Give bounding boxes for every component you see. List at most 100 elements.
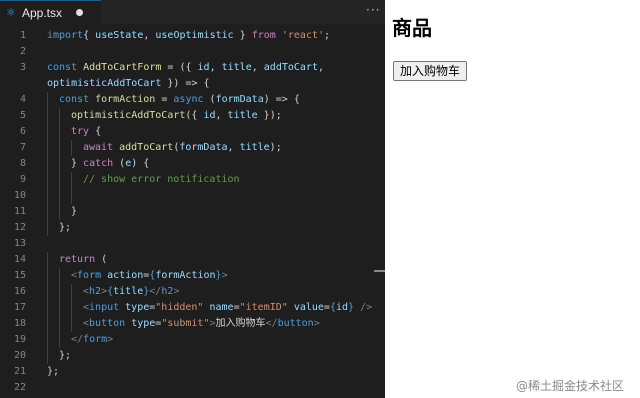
code-text: <h2>{title}</h2>: [83, 284, 179, 300]
code-token: h2: [89, 286, 102, 297]
indent-guide: [47, 92, 48, 108]
code-token: formData: [215, 94, 264, 105]
code-token: addToCart: [119, 142, 174, 153]
line-number: 16: [13, 286, 26, 297]
line-number: 17: [13, 302, 26, 313]
code-token: value: [293, 302, 324, 313]
code-token: ,: [215, 110, 228, 121]
code-text: await addToCart(formData, title);: [83, 140, 282, 156]
code-line: 1 import{ useState, useOptimistic } from …: [0, 28, 385, 44]
indent-guide: [59, 156, 60, 172]
code-token: optimisticAddToCart: [47, 78, 162, 89]
code-token: ({: [185, 110, 204, 121]
code-token: ;: [324, 30, 331, 41]
code-token: {: [83, 30, 96, 41]
code-token: >: [313, 318, 320, 329]
code-line: 15 <form action={formAction}>: [0, 268, 385, 284]
code-token: formData: [179, 142, 228, 153]
line-number: 4: [19, 94, 26, 105]
code-text: optimisticAddToCart }) => {: [47, 76, 210, 92]
code-token: };: [59, 222, 72, 233]
code-token: return: [59, 254, 102, 265]
code-token: = ({: [161, 62, 198, 73]
code-token: try: [71, 126, 96, 137]
code-token: h2: [161, 286, 174, 297]
code-token: (: [101, 254, 108, 265]
code-text: <input type="hidden" name="itemID" value…: [83, 300, 372, 316]
code-token: =: [155, 94, 174, 105]
indent-guide: [59, 172, 60, 188]
indent-guide: [47, 172, 48, 188]
code-token: >: [173, 286, 180, 297]
code-token: addToCart: [263, 62, 318, 73]
scrollbar-marker[interactable]: [374, 270, 385, 272]
line-number: 13: [13, 238, 26, 249]
code-token: ,: [251, 62, 264, 73]
indent-guide: [47, 140, 48, 156]
unsaved-dot-icon[interactable]: [76, 9, 83, 16]
indent-guide: [47, 204, 48, 220]
code-text: const AddToCartForm = ({ id, title, addT…: [47, 60, 324, 76]
add-to-cart-button[interactable]: 加入购物车: [393, 61, 468, 81]
indent-guide: [59, 300, 60, 316]
code-token: title: [113, 286, 144, 297]
indent-guide: [71, 188, 72, 204]
line-number: 9: [19, 174, 26, 185]
code-token: const: [59, 94, 96, 105]
indent-guide: [71, 284, 72, 300]
watermark: @稀土掘金技术社区: [516, 379, 625, 393]
code-line: 18 <button type="submit">加入购物车</button>: [0, 316, 385, 332]
code-text: import{ useState, useOptimistic } from '…: [47, 28, 330, 44]
code-text: };: [47, 364, 59, 380]
code-line: 16 <h2>{title}</h2>: [0, 284, 385, 300]
code-text: <button type="submit">加入购物车</button>: [83, 316, 320, 332]
indent-guide: [47, 284, 48, 300]
code-token: await: [83, 142, 120, 153]
code-line: 20};: [0, 348, 385, 364]
code-token: id: [203, 110, 216, 121]
code-token: title: [227, 110, 258, 121]
code-text: optimisticAddToCart({ id, title });: [71, 108, 282, 124]
code-line: 12};: [0, 220, 385, 236]
code-text: } catch (e) {: [71, 156, 149, 172]
code-text: };: [59, 348, 71, 364]
code-text: <form action={formAction}>: [71, 268, 228, 284]
line-number: 18: [13, 318, 26, 329]
code-line: 22: [0, 380, 385, 396]
code-line: 6 try {: [0, 124, 385, 140]
code-token: ,: [227, 142, 240, 153]
indent-guide: [71, 316, 72, 332]
line-number: 20: [13, 350, 26, 361]
code-line: 19 </form>: [0, 332, 385, 348]
code-line: 7 await addToCart(formData, title);: [0, 140, 385, 156]
tab-app-tsx[interactable]: ⚛ App.tsx: [0, 0, 101, 24]
code-line: 14 return (: [0, 252, 385, 268]
line-number: 7: [19, 142, 26, 153]
code-line: 17 <input type="hidden" name="itemID" val…: [0, 300, 385, 316]
code-token: ) {: [131, 158, 150, 169]
code-token: }: [71, 158, 84, 169]
preview-pane: 商品 加入购物车 @稀土掘金技术社区: [385, 0, 640, 398]
line-number: 21: [13, 366, 26, 377]
code-token: />: [360, 302, 373, 313]
code-token: };: [59, 350, 72, 361]
indent-guide: [59, 284, 60, 300]
code-line: 9 // show error notification: [0, 172, 385, 188]
indent-guide: [47, 316, 48, 332]
indent-guide: [47, 156, 48, 172]
indent-guide: [47, 252, 48, 268]
indent-guide: [59, 332, 60, 348]
indent-guide: [71, 300, 72, 316]
indent-guide: [47, 124, 48, 140]
tab-label: App.tsx: [22, 6, 63, 20]
code-area[interactable]: 1 import{ useState, useOptimistic } from …: [0, 28, 385, 396]
code-token: async: [173, 94, 210, 105]
code-line: 3 const AddToCartForm = ({ id, title, add…: [0, 60, 385, 76]
line-number: 5: [19, 110, 26, 121]
code-token: });: [257, 110, 282, 121]
product-title: 商品: [392, 16, 432, 40]
code-line: 21};: [0, 364, 385, 380]
code-token: 'react': [281, 30, 325, 41]
code-token: input: [89, 302, 126, 313]
more-actions-icon[interactable]: ···: [366, 3, 380, 17]
